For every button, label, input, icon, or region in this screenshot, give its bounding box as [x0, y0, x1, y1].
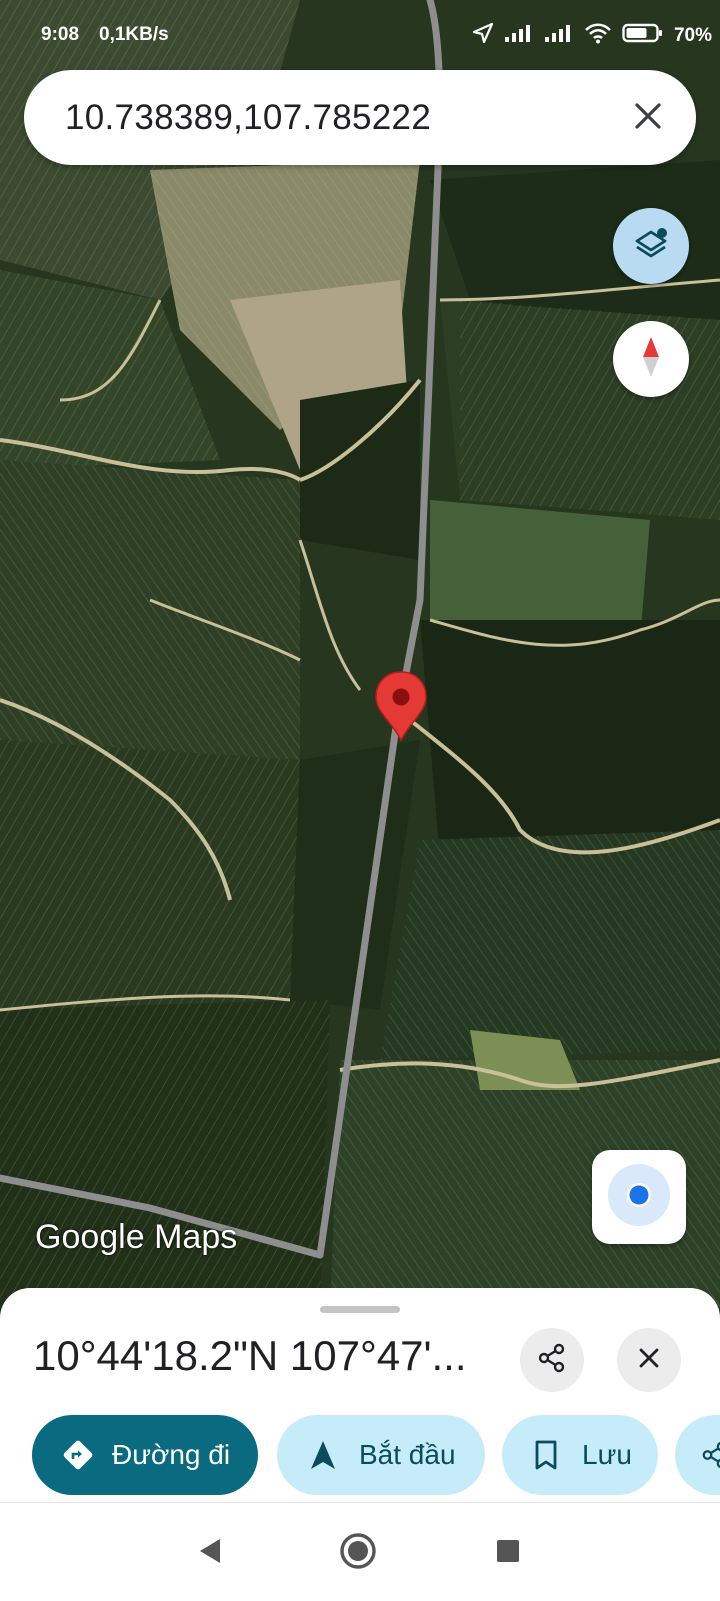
compass-icon — [631, 333, 671, 386]
action-chips: Đường đi Bắt đầu Lưu — [0, 1415, 720, 1495]
bookmark-icon — [528, 1437, 564, 1473]
signal-icon — [504, 23, 534, 49]
status-bar: 9:08 0,1KB/s 70% — [0, 0, 720, 70]
directions-label: Đường đi — [112, 1439, 231, 1470]
search-bar[interactable]: 10.738389,107.785222 — [24, 70, 696, 165]
map-view[interactable] — [0, 0, 720, 1310]
share-chip-button[interactable] — [675, 1415, 720, 1495]
share-button[interactable] — [520, 1328, 584, 1392]
back-triangle-icon — [197, 1537, 223, 1570]
home-button[interactable] — [336, 1531, 380, 1575]
place-title: 10°44'18.2"N 107°47'... — [33, 1332, 467, 1379]
status-icons: 70% — [472, 22, 712, 50]
search-query[interactable]: 10.738389,107.785222 — [65, 98, 431, 138]
close-icon — [635, 1344, 663, 1377]
sheet-close-button[interactable] — [617, 1328, 681, 1392]
start-button[interactable]: Bắt đầu — [277, 1415, 485, 1495]
share-icon — [536, 1342, 568, 1379]
directions-icon — [60, 1437, 96, 1473]
network-speed: 0,1KB/s — [99, 24, 169, 45]
save-button[interactable]: Lưu — [502, 1415, 658, 1495]
navigation-arrow-icon — [305, 1437, 341, 1473]
directions-button[interactable]: Đường đi — [32, 1415, 258, 1495]
recents-square-icon — [495, 1538, 521, 1569]
google-maps-watermark: Google Maps — [35, 1218, 238, 1256]
compass-button[interactable] — [613, 321, 689, 397]
layers-icon — [631, 224, 671, 269]
signal-icon — [544, 23, 574, 49]
home-circle-icon — [339, 1532, 377, 1575]
wifi-icon — [584, 22, 612, 50]
battery-icon — [622, 22, 664, 50]
save-label: Lưu — [582, 1439, 632, 1470]
place-sheet: 10°44'18.2"N 107°47'... Đường đi Bắt đầu… — [0, 1288, 720, 1502]
start-label: Bắt đầu — [359, 1439, 456, 1470]
layers-button[interactable] — [613, 208, 689, 284]
battery-level: 70% — [673, 25, 712, 46]
my-location-button[interactable] — [592, 1150, 686, 1244]
close-icon[interactable] — [628, 96, 668, 136]
share-icon — [697, 1437, 720, 1473]
recents-button[interactable] — [486, 1531, 530, 1575]
my-location-icon — [607, 1163, 671, 1232]
back-button[interactable] — [188, 1531, 232, 1575]
location-arrow-icon — [472, 22, 494, 50]
status-time: 9:08 — [41, 24, 80, 45]
system-nav-bar — [0, 1502, 720, 1601]
drag-handle[interactable] — [320, 1306, 400, 1313]
